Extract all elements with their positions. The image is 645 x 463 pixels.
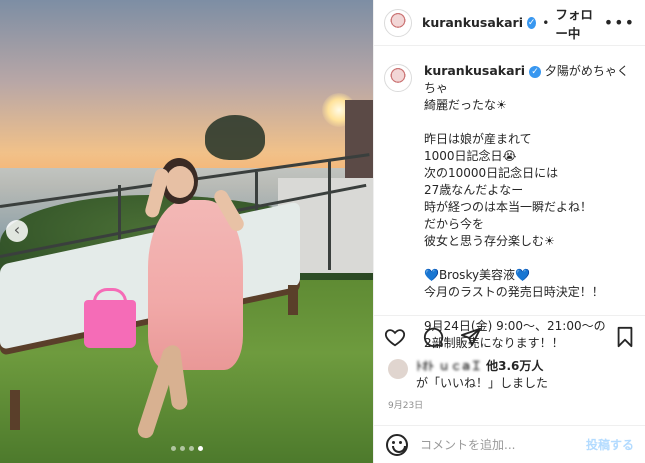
caption-line: 今月のラストの発売日時決定！！ [424,285,604,299]
caption-line: 昨日は娘が産まれて [424,132,532,146]
caption-line: 綺麗だったな☀ [424,98,507,112]
follow-status-button[interactable]: フォロー中 [555,4,603,42]
comment-bar: 投稿する [374,425,645,463]
post-photo[interactable]: ‹ [0,0,373,463]
likes-summary: ﾄｵﾄ ｕｃaＩ 他3.6万人 が「いいね！」しました [388,358,638,392]
carousel-dot-active[interactable] [197,446,203,451]
bench-leg [10,390,20,430]
building-dark [345,100,373,190]
carousel-dot[interactable] [170,446,176,451]
avatar[interactable] [384,8,412,37]
others-count[interactable]: 他3.6万人 [486,359,543,373]
caption-line: 1000日記念日😭 [424,149,517,163]
emoji-icon[interactable] [386,433,408,456]
caption-line: 次の10000日記念日には [424,166,559,180]
bookmark-icon[interactable] [614,326,636,348]
railing-post [328,160,331,270]
carousel-dot[interactable] [188,446,194,451]
likes-text: ﾄｵﾄ ｕｃaＩ 他3.6万人 が「いいね！」しました [416,358,548,392]
verified-badge-icon: ✓ [529,66,541,78]
comment-icon[interactable] [422,326,444,348]
caption-body: kurankusakari ✓ 夕陽がめちゃくちゃ 綺麗だったな☀ 昨日は娘が産ま… [424,62,639,352]
caption-line: 時が経つのは本当一瞬だよね！ [424,200,593,214]
post-header: kurankusakari ✓ • フォロー中 ••• [374,0,645,46]
heart-icon[interactable] [384,326,406,348]
liker-name[interactable]: ﾄｵﾄ ｕｃaＩ [416,358,482,375]
caption-line: だから今を [424,217,485,231]
caption-line [424,114,639,131]
caption-avatar[interactable] [384,64,412,92]
pink-handbag [84,300,136,348]
caption-line: 27歳なんだよなー [424,183,524,197]
caption-username[interactable]: kurankusakari [424,63,525,78]
comment-input[interactable] [420,437,585,452]
action-bar [374,315,645,357]
post-date[interactable]: 9月23日 [388,398,423,411]
bench-leg [288,285,298,315]
carousel-dot[interactable] [179,446,185,451]
likes-line: が「いいね！」しました [416,376,549,390]
post-sidebar: kurankusakari ✓ • フォロー中 ••• kurankusakar… [373,0,645,463]
verified-badge-icon: ✓ [527,16,537,29]
face [166,166,194,198]
separator-dot: • [542,15,550,30]
caption-line: 💙Brosky美容液💙 [424,268,531,282]
tree [205,115,265,160]
header-username[interactable]: kurankusakari [422,15,523,30]
share-icon[interactable] [460,326,482,348]
caption-line: 彼女と思う存分楽しむ☀ [424,234,555,248]
liker-avatar[interactable] [388,359,408,379]
caption: kurankusakari ✓ 夕陽がめちゃくちゃ 綺麗だったな☀ 昨日は娘が産ま… [384,62,639,352]
carousel-prev-button[interactable]: ‹ [6,220,28,242]
post-comment-button[interactable]: 投稿する [586,436,634,453]
more-options-icon[interactable]: ••• [604,13,635,32]
caption-line [424,250,639,267]
carousel-dots [0,446,373,451]
